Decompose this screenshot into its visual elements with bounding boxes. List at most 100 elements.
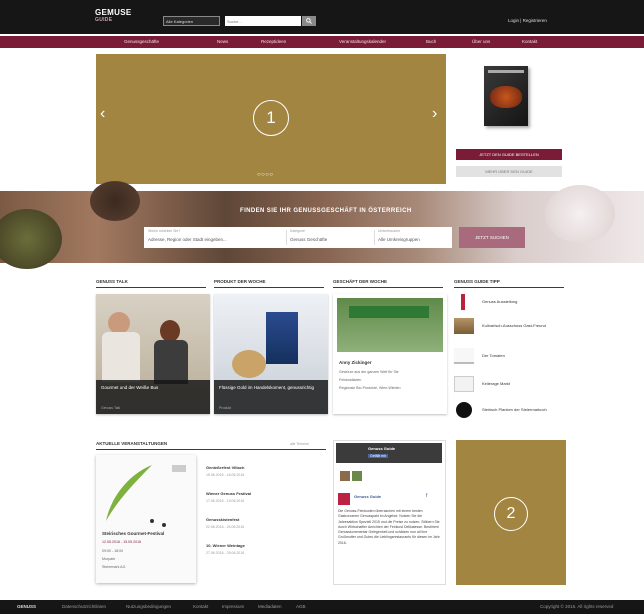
location-label: Wohin möchten Sie? [148, 229, 181, 233]
book-cover-image[interactable] [484, 66, 528, 126]
nav-item-kontakt[interactable]: Kontakt [522, 39, 537, 44]
fb-thumbnail [352, 471, 362, 481]
ad-number: 2 [506, 505, 516, 522]
nav-item-rezeptideen[interactable]: Rezeptideen [261, 39, 286, 44]
shop-sign-image [349, 306, 429, 318]
event-title[interactable]: Genießerfest Villach [206, 465, 244, 470]
footer-link[interactable]: Datenschutzrichtlinien [62, 604, 106, 609]
person-image [160, 320, 180, 342]
location-input[interactable]: Adresse, Region oder Stadt eingeben... [148, 237, 227, 242]
talk-card-title[interactable]: Gourmet und der Weiße Bus [101, 385, 158, 391]
featured-event-place: Steiermark AG [102, 565, 126, 569]
nav-item-ueber-uns[interactable]: Über uns [472, 39, 490, 44]
slider-dots[interactable]: ○○○○ [257, 172, 274, 178]
main-nav: Genussgeschäfte News Rezeptideen Veranst… [0, 36, 644, 48]
featured-event-card[interactable]: Steirisches Gourmet-Festival 12.05.2016 … [96, 455, 196, 583]
category-dropdown[interactable]: Genuss Geschäfte [290, 237, 327, 242]
shop-card-title[interactable]: Anny Zickinger [339, 360, 372, 365]
footer-link[interactable]: Mediadaten [258, 604, 282, 609]
finder-title: FINDEN SIE IHR GENUSSGESCHÄFT IN ÖSTERRE… [240, 208, 412, 214]
tip-label: Kulinarisch-Ausschuss Gast-Freund [482, 323, 546, 328]
hero-slider[interactable]: ‹ 1 › ○○○○ [96, 54, 446, 184]
featured-event-title[interactable]: Steirisches Gourmet-Festival [102, 531, 164, 536]
tip-item[interactable]: Kellerage Markt [454, 376, 564, 392]
slider-prev-button[interactable]: ‹ [100, 106, 105, 122]
category-select-value: Alle Kategorien [166, 19, 194, 24]
shop-card[interactable]: Anny Zickinger Gewürze aus der ganzen We… [333, 294, 447, 414]
talk-card[interactable]: Gourmet und der Weiße Bus Genuss Talk [96, 294, 210, 414]
finder-submit-button[interactable]: JETZT SUCHEN [459, 227, 525, 248]
facebook-widget: Genuss Guide Gefällt mir Genuss Guide f … [333, 440, 446, 585]
event-date: 22.06.2016 - 24.06.2016 [206, 525, 245, 529]
slider-next-button[interactable]: › [432, 106, 437, 122]
spice-bowl-image [0, 209, 62, 269]
category-select[interactable]: Alle Kategorien [163, 16, 220, 26]
product-card[interactable]: Flüssige Gold im Handelskoment, genussri… [214, 294, 328, 414]
field-divider [286, 230, 287, 245]
logo-text: GEMUSE [95, 8, 132, 17]
product-bowl-image [232, 350, 266, 378]
event-date: 15.06.2016 - 16.06.2016 [206, 473, 245, 477]
product-card-title[interactable]: Flüssige Gold im Handelskoment, genussri… [219, 385, 314, 391]
fb-like-button[interactable]: Gefällt mir [368, 454, 388, 458]
site-logo[interactable]: GEMUSE GUIDE [95, 9, 131, 24]
radius-dropdown[interactable]: Alle Umkreisgruppen [378, 237, 420, 242]
person-image [102, 332, 140, 382]
finder-form: Wohin möchten Sie? Adresse, Region oder … [144, 227, 452, 248]
section-title-tips: GENUSS GUIDE TIPP [454, 279, 564, 288]
tip-thumbnail [454, 376, 474, 392]
event-title[interactable]: Genusskistenfest [206, 517, 239, 522]
tip-thumbnail [456, 402, 472, 418]
tip-thumbnail [454, 348, 474, 364]
nav-item-news[interactable]: News [217, 39, 228, 44]
shop-card-bullet: Regionale Bio-Produkte, Wien-Wieden [339, 386, 401, 390]
events-panel: Steirisches Gourmet-Festival 12.05.2016 … [96, 455, 326, 583]
top-bar: GEMUSE GUIDE Alle Kategorien Login | Reg… [0, 0, 644, 34]
fb-avatar [338, 493, 350, 505]
fb-thumbnail [340, 471, 350, 481]
footer-brand[interactable]: GENUSS [17, 604, 36, 609]
book-title-strip [488, 70, 524, 73]
footer-link[interactable]: Nutzungsbedingungen [126, 604, 171, 609]
tip-label: Genuss Ausstellung [482, 299, 518, 304]
fb-page-name[interactable]: Genuss Guide [368, 446, 395, 451]
search-icon [306, 18, 312, 24]
tip-item[interactable]: Steirisch Planken der Steiermarkuch [454, 402, 564, 418]
more-guide-button[interactable]: MEHR ÜBER DEN GUIDE [456, 166, 562, 177]
logo-subtext: GUIDE [95, 17, 113, 23]
event-badge [172, 465, 186, 472]
shop-card-bullet: Gewürze aus der ganzen Welt für Sie [339, 370, 399, 374]
tip-thumbnail [454, 294, 474, 310]
section-title-product: PRODUKT DER WOCHE [214, 279, 324, 288]
featured-event-date: 12.05.2016 - 15.05.2016 [102, 540, 142, 544]
talk-card-meta: Genuss Talk [101, 406, 121, 410]
featured-event-place: Murpark [102, 557, 116, 561]
tip-item[interactable]: Der Tomaten [454, 348, 564, 364]
fb-post-author[interactable]: Genuss Guide [354, 494, 381, 499]
search-input[interactable] [225, 16, 301, 26]
login-link[interactable]: Login | Registrieren [508, 18, 547, 23]
tip-label: Kellerage Markt [482, 381, 511, 386]
ad-number-badge: 2 [494, 497, 528, 531]
tip-item[interactable]: Kulinarisch-Ausschuss Gast-Freund [454, 318, 564, 334]
slide-number-badge: 1 [253, 100, 289, 136]
tip-label: Der Tomaten [482, 353, 505, 358]
event-title[interactable]: 10. Wiener Weintage [206, 543, 245, 548]
nav-item-veranstaltungskalender[interactable]: Veranstaltungskalender [339, 39, 386, 44]
ad-banner[interactable]: 2 [456, 440, 566, 585]
spice-bowl-image [90, 181, 140, 221]
footer-copyright: Copyright © 2016. All rights reserved [540, 604, 614, 609]
search-button[interactable] [302, 16, 316, 26]
order-guide-button[interactable]: JETZT DEN GUIDE BESTELLEN [456, 149, 562, 160]
tip-item[interactable]: Genuss Ausstellung [454, 294, 564, 310]
footer-link[interactable]: Kontakt [193, 604, 208, 609]
events-all-link[interactable]: alle Termine [290, 442, 309, 446]
event-title[interactable]: Wiener Genuss Festival [206, 491, 251, 496]
nav-item-buch[interactable]: Buch [426, 39, 436, 44]
footer-link[interactable]: AGB [296, 604, 306, 609]
salt-bowl-image [545, 185, 615, 243]
nav-item-genussgeschaefte[interactable]: Genussgeschäfte [124, 39, 159, 44]
tip-label: Steirisch Planken der Steiermarkuch [482, 407, 547, 412]
footer-link[interactable]: Impressum [222, 604, 244, 609]
section-title-shop: GESCHÄFT DER WOCHE [333, 279, 443, 288]
